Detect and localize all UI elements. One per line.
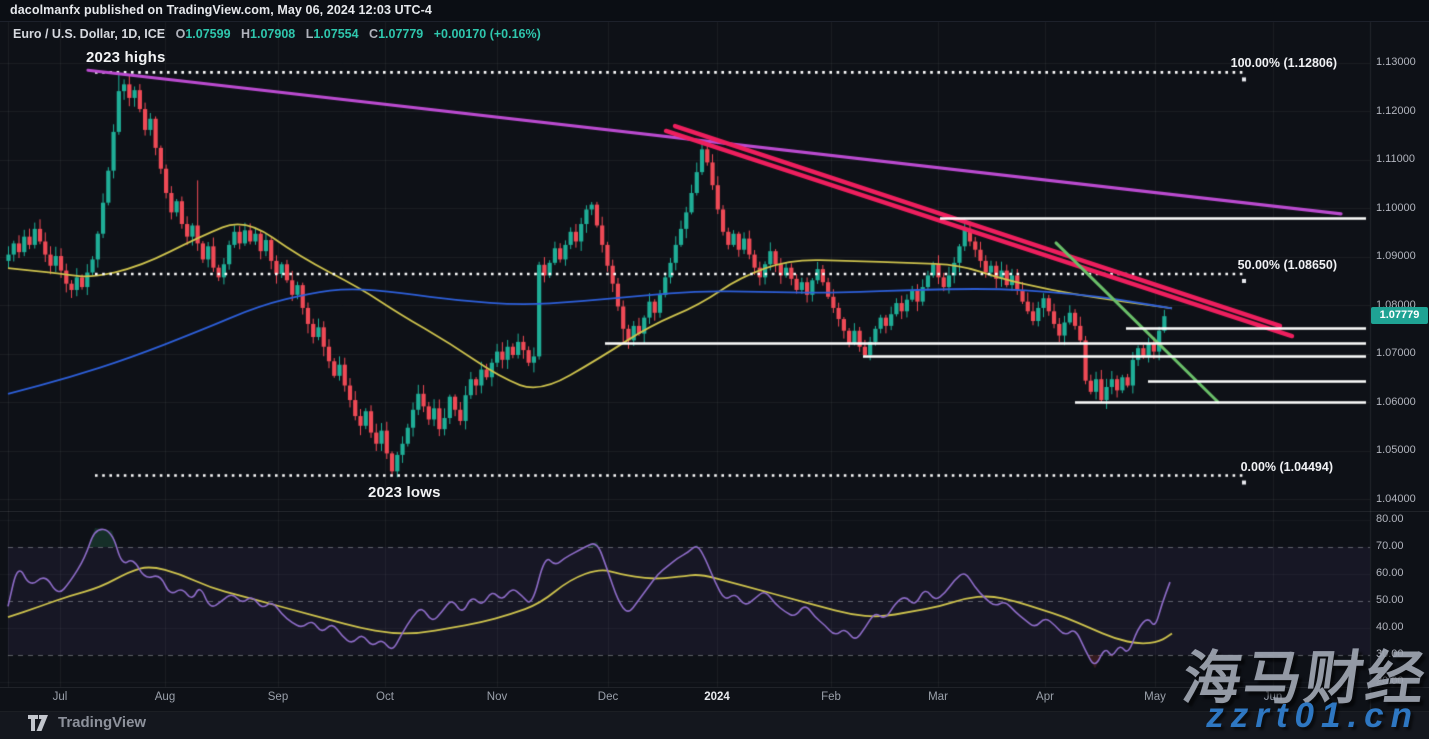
price-tick-label: 1.10000 [1376,202,1416,214]
annotation-2023-lows: 2023 lows [368,484,441,501]
time-tick-label: Mar [928,691,948,703]
time-tick-label: Apr [1036,691,1054,703]
low-value: 1.07554 [313,27,358,41]
publish-info-bar: dacolmanfx published on TradingView.com,… [0,0,1429,22]
high-value: 1.07908 [250,27,295,41]
fib-label-0: 0.00% (1.04494) [1241,460,1333,474]
close-value: 1.07779 [378,27,423,41]
last-price-badge: 1.07779 [1371,307,1428,324]
change-value: +0.00170 (+0.16%) [434,27,541,41]
symbol-legend[interactable]: Euro / U.S. Dollar, 1D, ICE O1.07599 H1.… [13,27,541,41]
tradingview-logo-text: TradingView [58,714,146,731]
pane-separator-main-rsi[interactable] [0,511,1429,512]
time-tick-label: Aug [155,691,175,703]
symbol-title[interactable]: Euro / U.S. Dollar, 1D, ICE [13,27,165,41]
rsi-tick-label: 80.00 [1376,513,1404,525]
fib-label-100: 100.00% (1.12806) [1231,56,1337,70]
price-tick-label: 1.09000 [1376,250,1416,262]
time-tick-label: 2024 [704,691,730,703]
open-label: O [176,27,186,41]
tradingview-logo[interactable]: TradingView [28,714,146,731]
chart-canvas[interactable] [0,0,1429,739]
publish-info-text: dacolmanfx published on TradingView.com,… [10,3,432,17]
tradingview-chart-snapshot: dacolmanfx published on TradingView.com,… [0,0,1429,739]
close-label: C [369,27,378,41]
rsi-tick-label: 50.00 [1376,594,1404,606]
time-tick-label: Jul [53,691,68,703]
time-tick-label: May [1144,691,1166,703]
price-tick-label: 1.05000 [1376,444,1416,456]
watermark-site: zzrt01.cn [1206,696,1419,736]
time-tick-label: Sep [268,691,288,703]
time-tick-label: Dec [598,691,618,703]
open-value: 1.07599 [185,27,230,41]
price-tick-label: 1.04000 [1376,493,1416,505]
time-tick-label: Feb [821,691,841,703]
high-label: H [241,27,250,41]
price-tick-label: 1.07000 [1376,347,1416,359]
price-tick-label: 1.12000 [1376,105,1416,117]
rsi-tick-label: 60.00 [1376,567,1404,579]
price-tick-label: 1.11000 [1376,153,1415,165]
fib-label-50: 50.00% (1.08650) [1238,258,1337,272]
tradingview-logo-icon [28,715,51,731]
rsi-tick-label: 70.00 [1376,540,1404,552]
price-tick-label: 1.13000 [1376,56,1416,68]
time-tick-label: Nov [487,691,507,703]
annotation-2023-highs: 2023 highs [86,49,166,66]
time-tick-label: Oct [376,691,394,703]
price-tick-label: 1.06000 [1376,396,1416,408]
